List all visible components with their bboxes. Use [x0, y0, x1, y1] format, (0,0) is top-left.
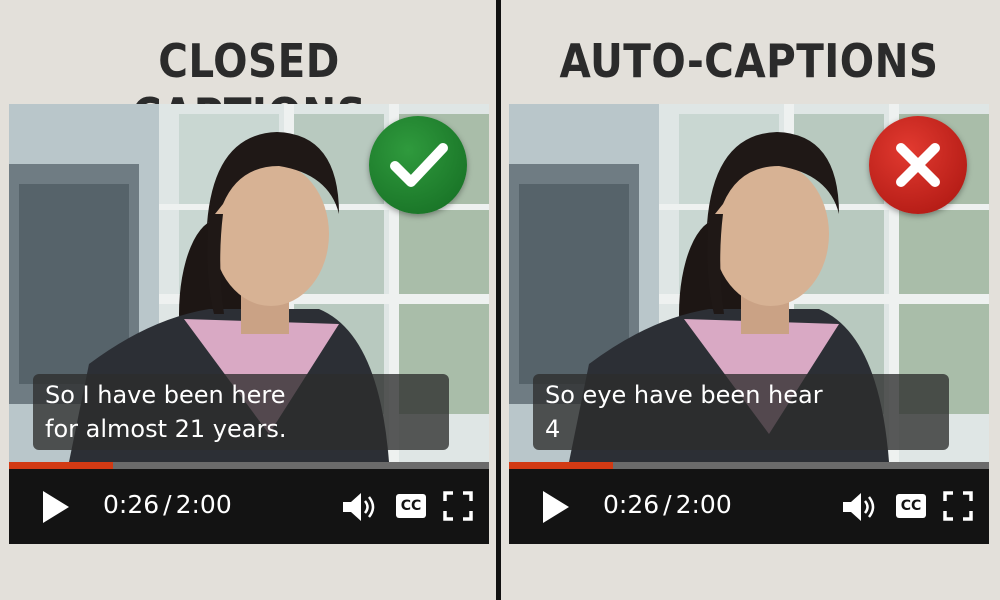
time-display: 0:26/2:00: [103, 490, 232, 519]
auto-captions-panel: AUTO-CAPTIONS So eye have been hear 4 0:…: [509, 0, 989, 600]
duration: 2:00: [175, 490, 232, 519]
fullscreen-icon[interactable]: [943, 491, 973, 521]
play-icon[interactable]: [539, 489, 571, 525]
fullscreen-icon[interactable]: [443, 491, 473, 521]
checkmark-icon: [390, 143, 448, 187]
current-time: 0:26: [603, 490, 660, 519]
play-icon[interactable]: [39, 489, 71, 525]
duration: 2:00: [675, 490, 732, 519]
progress-bar[interactable]: [9, 462, 489, 469]
success-badge: [369, 116, 467, 214]
time-separator: /: [163, 490, 172, 519]
progress-fill: [9, 462, 114, 469]
error-badge: [869, 116, 967, 214]
cc-button[interactable]: CC: [396, 494, 426, 518]
center-divider: [496, 0, 501, 600]
time-display: 0:26/2:00: [603, 490, 732, 519]
progress-fill: [509, 462, 614, 469]
video-player[interactable]: So eye have been hear 4 0:26/2:00 CC: [509, 104, 989, 544]
current-time: 0:26: [103, 490, 160, 519]
caption-line-1: So eye have been hear: [545, 381, 823, 409]
control-bar: 0:26/2:00 CC: [509, 469, 989, 544]
control-bar: 0:26/2:00 CC: [9, 469, 489, 544]
video-frame[interactable]: So eye have been hear 4: [509, 104, 989, 462]
video-player[interactable]: So I have been here for almost 21 years.…: [9, 104, 489, 544]
volume-icon[interactable]: [341, 491, 377, 523]
cc-button[interactable]: CC: [896, 494, 926, 518]
caption-box: So I have been here for almost 21 years.: [33, 374, 449, 450]
closed-captions-panel: CLOSED CAPTIONS: [9, 0, 489, 600]
video-frame[interactable]: So I have been here for almost 21 years.: [9, 104, 489, 462]
caption-line-1: So I have been here: [45, 381, 286, 409]
panel-heading: AUTO-CAPTIONS: [559, 34, 939, 88]
volume-icon[interactable]: [841, 491, 877, 523]
cross-icon: [896, 143, 940, 187]
caption-box: So eye have been hear 4: [533, 374, 949, 450]
time-separator: /: [663, 490, 672, 519]
progress-bar[interactable]: [509, 462, 989, 469]
caption-line-2: 4: [545, 415, 561, 443]
caption-line-2: for almost 21 years.: [45, 415, 287, 443]
